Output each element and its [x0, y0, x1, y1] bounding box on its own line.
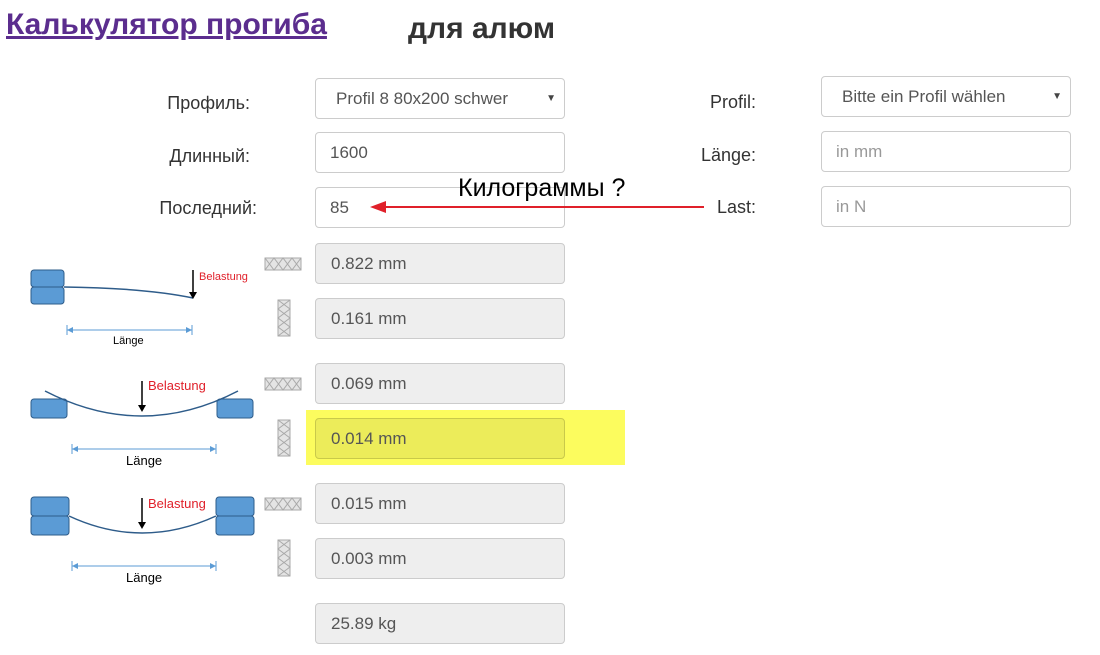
chevron-down-icon: ▼ — [1052, 91, 1062, 102]
length-input-value: 1600 — [330, 142, 368, 162]
annotation-arrow — [370, 201, 704, 213]
page-title-rest: для алюм — [408, 12, 556, 45]
laenge-input-placeholder: in mm — [836, 141, 883, 161]
result-cantilever-vertical: 0.161 mm — [315, 298, 565, 339]
load-label-text: Belastung — [199, 271, 248, 283]
profile-label: Профиль: — [167, 93, 250, 113]
cantilever-diagram: Belastung Länge — [30, 269, 248, 347]
profil-label: Profil: — [709, 92, 756, 112]
last-input-placeholder: in N — [836, 196, 867, 216]
fixed-beam-diagram: Belastung Länge — [30, 496, 255, 585]
last-input[interactable]: in N — [821, 186, 1071, 227]
profile-vertical-icon — [277, 299, 291, 337]
result-simple-vertical: 0.014 mm — [315, 418, 565, 459]
result-fixed-vertical: 0.003 mm — [315, 538, 565, 579]
length-input[interactable]: 1600 — [315, 132, 565, 173]
load-label-text: Belastung — [148, 378, 206, 393]
laenge-input[interactable]: in mm — [821, 131, 1071, 172]
result-cantilever-horizontal: 0.822 mm — [315, 243, 565, 284]
profile-horizontal-icon — [264, 497, 302, 511]
profile-horizontal-icon — [264, 377, 302, 391]
last-label: Last: — [716, 197, 756, 217]
length-label: Длинный: — [169, 146, 250, 166]
profil-select[interactable]: Bitte ein Profil wählen ▼ — [821, 76, 1071, 117]
laenge-label: Länge: — [700, 145, 756, 165]
load-label: Последний: — [159, 198, 257, 218]
profile-vertical-icon — [277, 539, 291, 577]
profile-select[interactable]: Profil 8 80x200 schwer ▼ — [315, 78, 565, 119]
profile-vertical-icon — [277, 419, 291, 457]
length-label-text: Länge — [126, 570, 162, 585]
profile-horizontal-icon — [264, 257, 302, 271]
profil-select-value: Bitte ein Profil wählen — [842, 86, 1006, 106]
page-title-link[interactable]: Калькулятор прогиба — [6, 8, 327, 42]
result-simple-horizontal: 0.069 mm — [315, 363, 565, 404]
length-label-text: Länge — [126, 453, 162, 468]
length-label-text: Länge — [113, 335, 144, 347]
load-input-value: 85 — [330, 197, 349, 217]
simple-beam-diagram: Belastung Länge — [30, 378, 254, 468]
result-fixed-horizontal: 0.015 mm — [315, 483, 565, 524]
profile-select-value: Profil 8 80x200 schwer — [336, 88, 508, 108]
result-weight: 25.89 kg — [315, 603, 565, 644]
chevron-down-icon: ▼ — [546, 93, 556, 104]
load-label-text: Belastung — [148, 496, 206, 511]
